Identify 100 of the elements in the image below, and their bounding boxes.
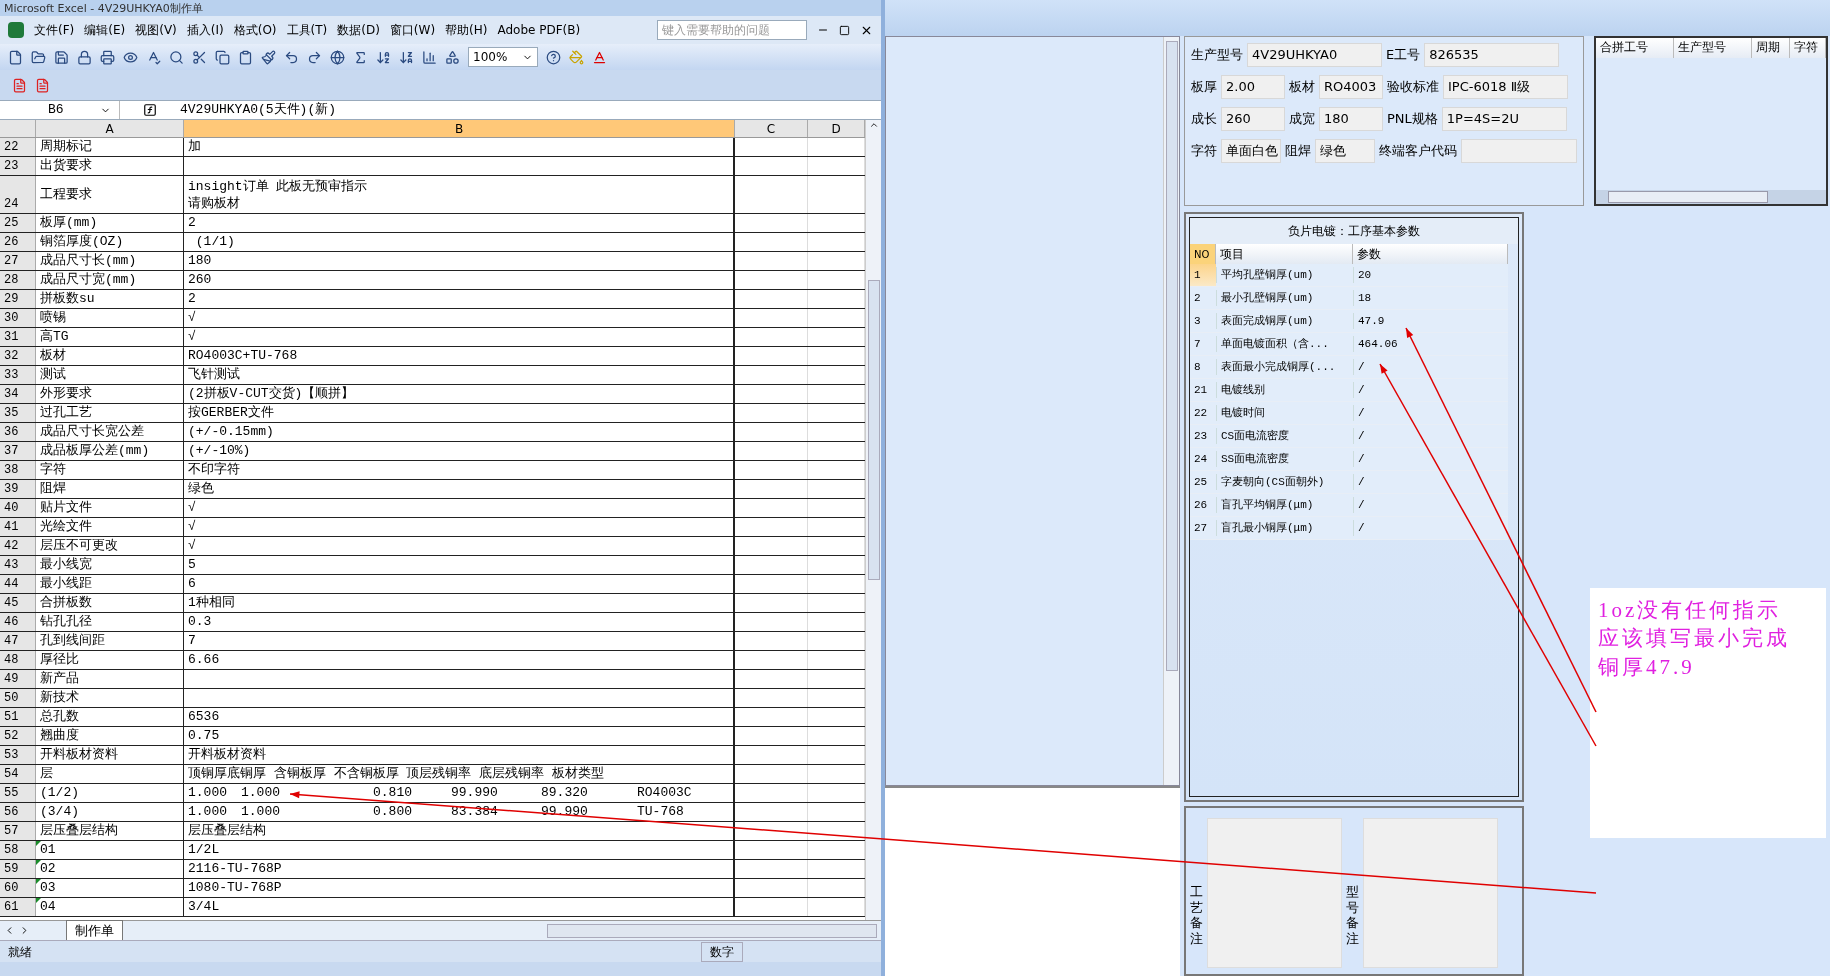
- column-header[interactable]: NO: [1190, 244, 1216, 264]
- row-header[interactable]: 51: [0, 708, 36, 726]
- help-icon[interactable]: [546, 49, 561, 65]
- cut-icon[interactable]: [192, 49, 207, 65]
- row-header[interactable]: 54: [0, 765, 36, 783]
- row-header[interactable]: 38: [0, 461, 36, 479]
- print-preview-icon[interactable]: [123, 49, 138, 65]
- horizontal-scrollbar[interactable]: [1596, 190, 1826, 204]
- row-header[interactable]: 23: [0, 157, 36, 175]
- row-number-cell[interactable]: 21: [1190, 379, 1216, 401]
- text-field[interactable]: 4V29UHKYA0: [1247, 43, 1382, 67]
- paste-icon[interactable]: [238, 49, 253, 65]
- save-icon[interactable]: [54, 49, 69, 65]
- name-box[interactable]: B6: [0, 101, 120, 119]
- row-header[interactable]: 53: [0, 746, 36, 764]
- sum-icon[interactable]: [353, 49, 368, 65]
- row-header[interactable]: 24: [0, 176, 36, 213]
- row-header[interactable]: 26: [0, 233, 36, 251]
- row-header[interactable]: 27: [0, 252, 36, 270]
- row-header[interactable]: 31: [0, 328, 36, 346]
- format-painter-icon[interactable]: [261, 49, 276, 65]
- row-header[interactable]: 45: [0, 594, 36, 612]
- vertical-scrollbar[interactable]: [865, 120, 881, 920]
- help-search-field[interactable]: 键入需要帮助的问题: [657, 20, 807, 40]
- row-header[interactable]: 39: [0, 480, 36, 498]
- text-field[interactable]: RO4003: [1319, 75, 1383, 99]
- row-number-cell[interactable]: 24: [1190, 448, 1216, 470]
- row-header[interactable]: 36: [0, 423, 36, 441]
- row-header[interactable]: 61: [0, 898, 36, 916]
- column-header[interactable]: 生产型号: [1674, 38, 1752, 58]
- row-header[interactable]: 48: [0, 651, 36, 669]
- restore-icon[interactable]: [839, 24, 850, 36]
- row-number-cell[interactable]: 3: [1190, 310, 1216, 332]
- open-folder-icon[interactable]: [31, 49, 46, 65]
- row-number-cell[interactable]: 22: [1190, 402, 1216, 424]
- column-header[interactable]: 周期: [1752, 38, 1790, 58]
- row-header[interactable]: 33: [0, 366, 36, 384]
- text-field[interactable]: 单面白色: [1221, 139, 1281, 163]
- print-icon[interactable]: [100, 49, 115, 65]
- row-header[interactable]: 42: [0, 537, 36, 555]
- copy-icon[interactable]: [215, 49, 230, 65]
- row-header[interactable]: 32: [0, 347, 36, 365]
- undo-icon[interactable]: [284, 49, 299, 65]
- menu-item[interactable]: 格式(O): [233, 21, 277, 39]
- redo-icon[interactable]: [307, 49, 322, 65]
- sheet-tab[interactable]: 制作单: [66, 919, 123, 942]
- row-header[interactable]: 44: [0, 575, 36, 593]
- row-header[interactable]: 49: [0, 670, 36, 688]
- row-number-cell[interactable]: 25: [1190, 471, 1216, 493]
- column-header[interactable]: B: [184, 120, 735, 137]
- new-file-icon[interactable]: [8, 49, 23, 65]
- menu-item[interactable]: 窗口(W): [389, 21, 436, 39]
- row-header[interactable]: 41: [0, 518, 36, 536]
- text-field[interactable]: 260: [1221, 107, 1285, 131]
- row-header[interactable]: 25: [0, 214, 36, 232]
- row-header[interactable]: 50: [0, 689, 36, 707]
- row-header[interactable]: 34: [0, 385, 36, 403]
- row-header[interactable]: 60: [0, 879, 36, 897]
- row-header[interactable]: 29: [0, 290, 36, 308]
- row-header[interactable]: 59: [0, 860, 36, 878]
- menu-item[interactable]: 工具(T): [286, 21, 328, 39]
- text-field[interactable]: 2.00: [1221, 75, 1285, 99]
- spell-check-icon[interactable]: [146, 49, 161, 65]
- vertical-scrollbar[interactable]: [1163, 37, 1179, 785]
- row-number-cell[interactable]: 1: [1190, 264, 1216, 286]
- row-number-cell[interactable]: 27: [1190, 517, 1216, 539]
- row-header[interactable]: 55: [0, 784, 36, 802]
- row-header[interactable]: 58: [0, 841, 36, 859]
- chart-icon[interactable]: [422, 49, 437, 65]
- menu-item[interactable]: 文件(F): [34, 21, 75, 39]
- text-field[interactable]: IPC-6018 Ⅱ级: [1443, 75, 1568, 99]
- row-header[interactable]: 46: [0, 613, 36, 631]
- sort-ascending-icon[interactable]: [376, 49, 391, 65]
- research-icon[interactable]: [169, 49, 184, 65]
- drawing-icon[interactable]: [445, 49, 460, 65]
- column-header[interactable]: 合拼工号: [1596, 38, 1674, 58]
- pdf-icon[interactable]: [35, 77, 50, 93]
- font-color-icon[interactable]: [592, 49, 607, 65]
- function-icon[interactable]: [143, 103, 157, 117]
- fill-color-icon[interactable]: [569, 49, 584, 65]
- row-number-cell[interactable]: 2: [1190, 287, 1216, 309]
- text-field[interactable]: 1P=4S=2U: [1441, 107, 1567, 131]
- column-header[interactable]: 字符: [1790, 38, 1826, 58]
- text-field[interactable]: [1460, 139, 1577, 163]
- sort-descending-icon[interactable]: [399, 49, 414, 65]
- row-header[interactable]: 35: [0, 404, 36, 422]
- scroll-up-icon[interactable]: [868, 120, 879, 130]
- pdf-icon[interactable]: [12, 77, 27, 93]
- row-number-cell[interactable]: 7: [1190, 333, 1216, 355]
- row-number-cell[interactable]: 23: [1190, 425, 1216, 447]
- row-header[interactable]: 40: [0, 499, 36, 517]
- row-header[interactable]: 37: [0, 442, 36, 460]
- text-field[interactable]: 826535: [1424, 43, 1560, 67]
- menu-item[interactable]: 数据(D): [337, 21, 380, 39]
- row-header[interactable]: 30: [0, 309, 36, 327]
- text-field[interactable]: 绿色: [1314, 139, 1375, 163]
- zoom-dropdown[interactable]: 100%: [468, 47, 538, 67]
- row-header[interactable]: 47: [0, 632, 36, 650]
- menu-item[interactable]: 编辑(E): [84, 21, 126, 39]
- menu-item[interactable]: Adobe PDF(B): [497, 21, 581, 39]
